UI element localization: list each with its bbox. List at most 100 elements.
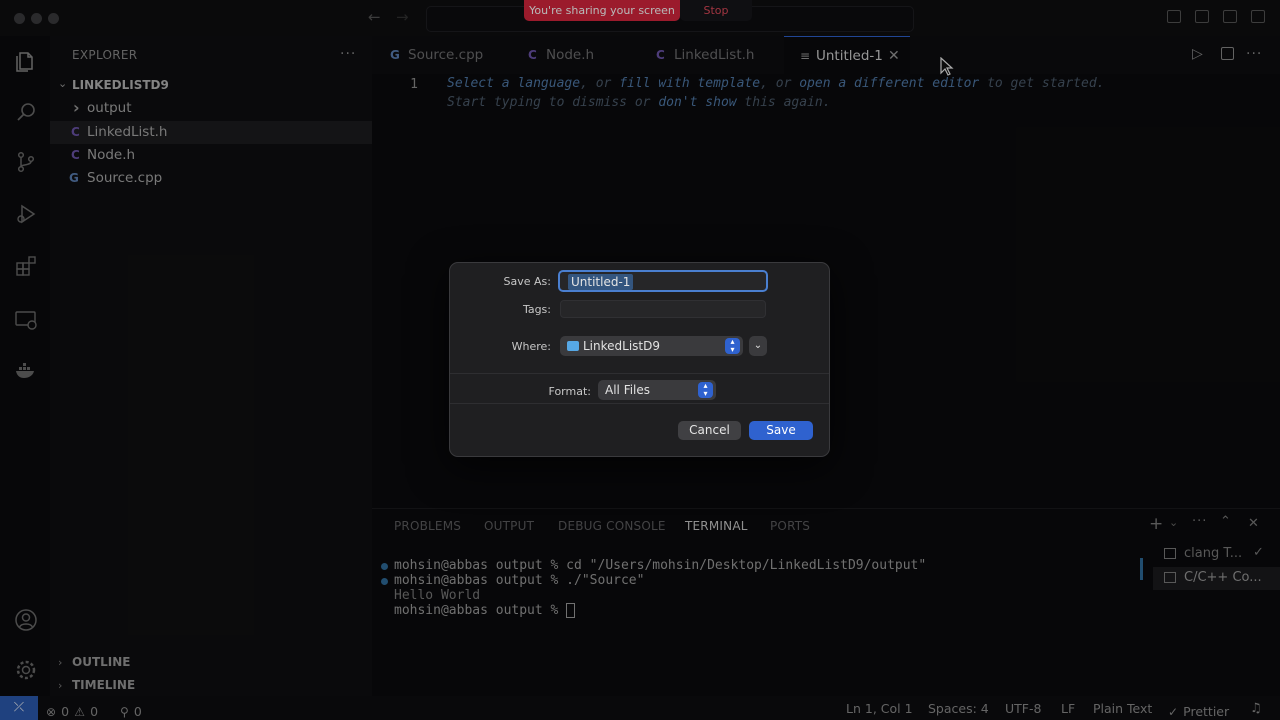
tags-input[interactable] (560, 300, 766, 318)
terminal-icon (1164, 548, 1176, 559)
check-icon: ✓ (1253, 545, 1264, 560)
more-actions-icon[interactable]: ··· (340, 46, 356, 62)
new-terminal-icon[interactable]: + (1149, 514, 1163, 534)
status-bar (0, 696, 1280, 720)
save-as-input[interactable]: Untitled-1 (558, 270, 768, 292)
tree-item-output-folder[interactable]: › output (50, 97, 372, 120)
toggle-panel-icon[interactable] (1195, 10, 1209, 23)
tab-terminal[interactable]: TERMINAL (685, 519, 748, 533)
remote-explorer-icon[interactable] (14, 308, 38, 332)
tree-item-source-cpp[interactable]: G Source.cpp (50, 167, 372, 190)
c-file-icon: C (71, 148, 80, 162)
tab-node-h[interactable]: C Node.h (510, 36, 638, 74)
cancel-button[interactable]: Cancel (678, 421, 741, 440)
language-mode[interactable]: Plain Text (1093, 701, 1152, 716)
back-arrow-icon[interactable]: ← (368, 8, 381, 26)
settings-gear-icon[interactable] (14, 658, 38, 682)
format-dropdown[interactable]: All Files ▴ ▾ (598, 380, 716, 400)
toggle-secondary-sidebar-icon[interactable] (1223, 10, 1237, 23)
where-dropdown[interactable]: LinkedListD9 ▴ ▾ (560, 336, 743, 356)
forward-arrow-icon[interactable]: → (396, 8, 409, 26)
split-editor-icon[interactable] (1221, 47, 1234, 60)
maximize-panel-icon[interactable]: ⌃ (1220, 514, 1231, 529)
save-button[interactable]: Save (749, 421, 813, 440)
activity-bar (0, 36, 50, 696)
tab-linkedlist-h[interactable]: C LinkedList.h (638, 36, 784, 74)
select-language-link[interactable]: Select a language (447, 76, 580, 91)
stop-sharing-button[interactable]: Stop (680, 0, 752, 21)
cursor-position[interactable]: Ln 1, Col 1 (846, 701, 913, 716)
encoding[interactable]: UTF-8 (1005, 701, 1041, 716)
check-double-icon: ✓ (1168, 705, 1179, 719)
dialog-divider (450, 403, 829, 404)
extensions-icon[interactable] (14, 254, 38, 278)
tab-ports[interactable]: PORTS (770, 519, 810, 533)
terminal-line: mohsin@abbas output % cd "/Users/mohsin/… (394, 558, 927, 573)
tab-problems[interactable]: PROBLEMS (394, 519, 461, 533)
save-as-label: Save As: (503, 275, 551, 288)
window-zoom-button[interactable] (48, 13, 59, 24)
dont-show-link[interactable]: don't show (658, 95, 736, 110)
terminal-scrollbar[interactable] (1140, 558, 1143, 580)
tab-untitled-1[interactable]: ≡ Untitled-1 ✕ (784, 36, 910, 75)
run-debug-icon[interactable] (14, 202, 38, 226)
notifications-bell-icon[interactable]: ♫ (1250, 701, 1262, 716)
terminal-prompt[interactable]: mohsin@abbas output % (394, 603, 576, 618)
c-file-icon: C (71, 125, 80, 139)
tree-item-linkedlist-h[interactable]: C LinkedList.h (50, 121, 372, 144)
source-control-icon[interactable] (14, 150, 38, 174)
folder-icon (567, 341, 579, 351)
more-actions-icon[interactable]: ··· (1246, 46, 1262, 62)
terminal-cursor (566, 603, 576, 618)
window-close-button[interactable] (14, 13, 25, 24)
explorer-title: EXPLORER (72, 48, 138, 62)
chevron-down-icon[interactable]: ⌄ (58, 77, 67, 90)
command-status-dot (381, 563, 388, 570)
workspace-folder[interactable]: LINKEDLISTD9 (72, 78, 169, 92)
run-file-icon[interactable]: ▷ (1192, 46, 1203, 62)
terminal-line: mohsin@abbas output % ./"Source" (394, 573, 645, 588)
close-panel-icon[interactable]: ✕ (1248, 516, 1259, 531)
outline-section[interactable]: OUTLINE (72, 655, 130, 669)
chevron-right-icon[interactable]: › (58, 656, 62, 669)
timeline-section[interactable]: TIMELINE (72, 678, 135, 692)
format-label: Format: (548, 385, 591, 398)
ports-status[interactable]: ⚲ 0 (120, 701, 142, 720)
close-tab-icon[interactable]: ✕ (888, 37, 900, 75)
problems-status[interactable]: ⊗ 0 ⚠ 0 (46, 701, 98, 720)
indentation[interactable]: Spaces: 4 (928, 701, 989, 716)
customize-layout-icon[interactable] (1251, 10, 1265, 23)
command-status-dot (381, 578, 388, 585)
tree-item-node-h[interactable]: C Node.h (50, 144, 372, 167)
docker-icon[interactable] (14, 358, 38, 382)
explorer-files-icon[interactable] (14, 50, 38, 74)
open-different-editor-link[interactable]: open a different editor (799, 76, 979, 91)
dialog-divider (450, 373, 829, 374)
remote-indicator-icon[interactable]: ⤫ (0, 696, 38, 720)
editor-hint-line-1: Select a language, or fill with template… (447, 76, 1105, 91)
terminal-output: Hello World (394, 588, 481, 603)
cpp-file-icon: G (390, 48, 400, 62)
fill-template-link[interactable]: fill with template (619, 76, 760, 91)
prettier-status[interactable]: ✓ Prettier (1168, 701, 1229, 720)
expand-dialog-button[interactable]: ⌄ (749, 336, 767, 356)
search-icon[interactable] (14, 100, 38, 124)
tab-source-cpp[interactable]: G Source.cpp (372, 36, 510, 74)
chevron-down-icon[interactable]: ⌄ (1169, 516, 1178, 529)
editor-hint-line-2: Start typing to dismiss or don't show th… (447, 95, 831, 110)
line-ending[interactable]: LF (1061, 701, 1075, 716)
more-actions-icon[interactable]: ··· (1192, 514, 1207, 529)
chevron-right-icon[interactable]: › (58, 679, 62, 692)
chevron-right-icon: › (73, 98, 80, 117)
terminal-list-item-clang[interactable]: clang T... ✓ (1153, 543, 1280, 566)
where-label: Where: (511, 340, 551, 353)
toggle-sidebar-icon[interactable] (1167, 10, 1181, 23)
terminal-list-item-cpp[interactable]: C/C++ Co... (1153, 567, 1280, 590)
tab-debug-console[interactable]: DEBUG CONSOLE (558, 519, 666, 533)
dropdown-stepper-icon: ▴ ▾ (698, 382, 713, 398)
text-file-icon: ≡ (800, 49, 811, 63)
window-minimize-button[interactable] (31, 13, 42, 24)
account-icon[interactable] (14, 608, 38, 632)
line-number: 1 (410, 77, 418, 92)
tab-output[interactable]: OUTPUT (484, 519, 534, 533)
